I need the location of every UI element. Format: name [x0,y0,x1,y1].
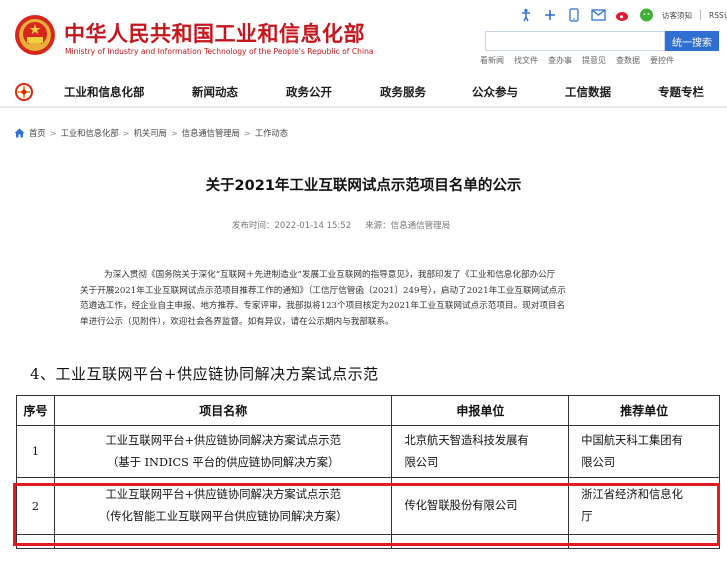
header-applicant: 申报单位 [391,395,570,426]
tool-news[interactable]: 看新闻 [480,55,504,66]
breadcrumb-separator: > [122,128,130,138]
main-nav: 工业和信息化部 新闻动态 政务公开 政务服务 公众参与 工信数据 专题专栏 [0,76,727,108]
recommender-line: 限公司 [581,455,616,469]
applicant-line: 传化智联股份有限公司 [404,499,518,512]
site-header: 中华人民共和国工业和信息化部 Ministry of Industry and … [0,0,727,72]
tool-files[interactable]: 找文件 [514,55,538,66]
applicant-line: 北京航天智造科技发展有 [404,433,529,447]
utility-bar: 访客须知 RSS订阅 [518,6,727,24]
project-name-line: 工业互联网平台+供应链协同解决方案试点示范 [105,433,341,447]
header-recommender: 推荐单位 [568,395,720,426]
quick-tools: 看新闻 找文件 查办事 提意见 查数据 要控件 [480,55,674,66]
accessibility-icon[interactable] [518,7,534,23]
table-row: 1 工业互联网平台+供应链协同解决方案试点示范 （基于 INDICS 平台的供应… [16,425,720,478]
paragraph-line: 单进行公示（见附件），欢迎社会各界监督。如有异议，请在公示期内与我部联系。 [80,316,394,327]
nav-item-news[interactable]: 新闻动态 [192,84,238,100]
article-meta: 发布时间：2022-01-14 15:52 来源：信息通信管理局 [232,219,450,231]
breadcrumb-work-news[interactable]: 工作动态 [255,127,288,139]
nav-item-participation[interactable]: 公众参与 [472,84,518,100]
project-name-line: （传化智能工业互联网平台供应链协同解决方案） [98,510,348,523]
breadcrumb-home[interactable]: 首页 [29,127,46,139]
breadcrumb-departments[interactable]: 机关司局 [134,127,167,139]
nav-item-public-affairs[interactable]: 政务公开 [286,84,332,100]
search-button[interactable]: 统一搜索 [665,31,719,51]
row-applicant: 传化智联股份有限公司 [391,477,570,535]
search-input[interactable] [485,31,665,51]
paragraph-line: 范遴选工作，经企业自主申报、地方推荐、专家评审，我部拟将123个项目核定为202… [80,301,566,311]
rss-link[interactable]: RSS订阅 [709,10,727,21]
row-no: 2 [16,477,55,535]
breadcrumb: 首页 > 工业和信息化部 > 机关司局 > 信息通信管理局 > 工作动态 [14,127,288,139]
row-recommender: 浙江省经济和信息化 厅 [568,477,720,535]
mail-icon[interactable] [590,7,606,23]
breadcrumb-bureau[interactable]: 信息通信管理局 [182,127,240,139]
breadcrumb-separator: > [49,128,57,138]
row-project-name: 工业互联网平台+供应链协同解决方案试点示范 （传化智能工业互联网平台供应链协同解… [53,477,393,535]
article-source: 来源：信息通信管理局 [365,221,451,231]
breadcrumb-separator: > [170,128,178,138]
publish-time: 发布时间：2022-01-14 15:52 [232,221,352,231]
recommender-line: 中国航天科工集团有 [581,433,683,447]
home-icon[interactable] [14,128,25,138]
visitor-notice-link[interactable]: 访客须知 [662,10,692,21]
table-header-row: 序号 项目名称 申报单位 推荐单位 [16,395,720,426]
site-title[interactable]: 中华人民共和国工业和信息化部 [64,18,365,48]
wechat-icon[interactable] [638,7,654,23]
article-paragraph: 为深入贯彻《国务院关于深化“互联网＋先进制造业”发展工业互联网的指导意见》，我部… [80,268,680,330]
nav-item-ministry[interactable]: 工业和信息化部 [64,84,145,100]
breadcrumb-separator: > [243,128,251,138]
row-recommender: 中国航天科工集团有 限公司 [568,425,720,478]
project-table: 序号 项目名称 申报单位 推荐单位 1 工业互联网平台+供应链协同解决方案试点示… [16,395,720,549]
nav-item-data[interactable]: 工信数据 [565,84,611,100]
paragraph-line: 为深入贯彻《国务院关于深化“互联网＋先进制造业”发展工业互联网的指导意见》，我部… [104,270,556,280]
tool-feedback[interactable]: 提意见 [582,55,606,66]
recommender-line: 浙江省经济和信息化 [581,488,683,501]
project-name-line: （基于 INDICS 平台的供应链协同解决方案） [107,455,340,469]
breadcrumb-ministry[interactable]: 工业和信息化部 [61,127,119,139]
tool-widgets[interactable]: 要控件 [650,55,674,66]
nav-item-services[interactable]: 政务服务 [380,84,426,100]
tool-data[interactable]: 查数据 [616,55,640,66]
paragraph-line: 关于开展2021年工业互联网试点示范项目推荐工作的通知》（工信厅信管函〔2021… [80,285,566,296]
weibo-icon[interactable] [614,7,630,23]
row-project-name: 工业互联网平台+供应链协同解决方案试点示范 （基于 INDICS 平台的供应链协… [53,425,393,478]
tool-services[interactable]: 查办事 [548,55,572,66]
article-title: 关于2021年工业互联网试点示范项目名单的公示 [205,178,522,194]
site-title-english: Ministry of Industry and Information Tec… [65,47,374,56]
row-project-name [53,534,393,549]
mobile-icon[interactable] [566,7,582,23]
row-no: 1 [16,425,55,478]
row-applicant [391,534,570,549]
table-row [16,534,720,549]
header-project-name: 项目名称 [53,395,393,426]
national-emblem-icon[interactable] [14,14,56,56]
nav-item-topics[interactable]: 专题专栏 [658,84,704,100]
ministry-logo-icon[interactable] [14,82,34,102]
project-name-line: 工业互联网平台+供应链协同解决方案试点示范 [105,488,341,501]
row-no [16,534,55,549]
table-row: 2 工业互联网平台+供应链协同解决方案试点示范 （传化智能工业互联网平台供应链协… [16,477,720,535]
utility-divider [700,10,701,20]
section-heading: 4、工业互联网平台+供应链协同解决方案试点示范 [30,365,379,383]
row-recommender [568,534,720,549]
recommender-line: 厅 [581,510,593,523]
header-no: 序号 [16,395,55,426]
font-size-icon[interactable] [542,7,558,23]
applicant-line: 限公司 [404,455,439,469]
row-applicant: 北京航天智造科技发展有 限公司 [391,425,570,478]
